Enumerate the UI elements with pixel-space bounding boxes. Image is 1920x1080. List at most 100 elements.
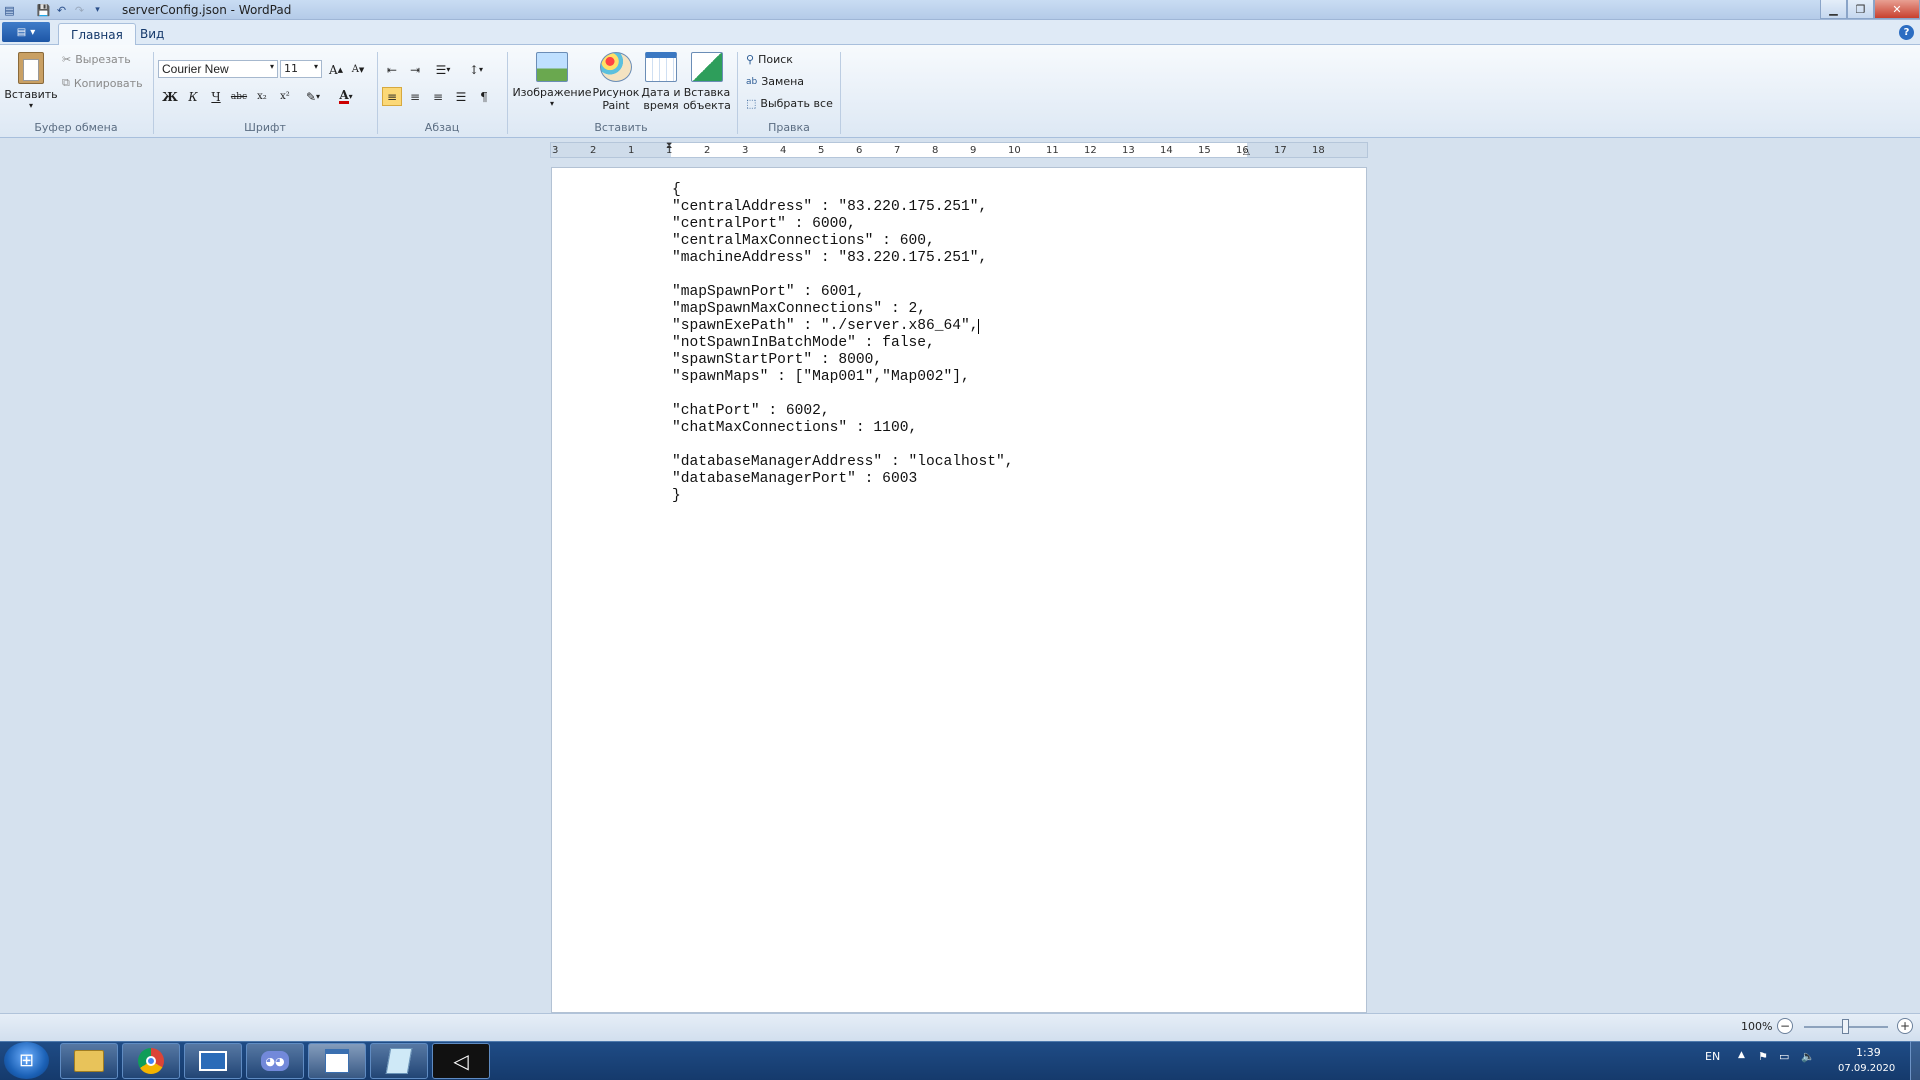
paint-palette-icon [600, 52, 632, 82]
taskbar-wordpad[interactable] [308, 1043, 366, 1079]
document-page[interactable]: {"centralAddress" : "83.220.175.251", "ce… [551, 167, 1367, 1013]
group-divider [840, 52, 841, 134]
group-label-font: Шрифт [244, 121, 286, 134]
undo-icon[interactable]: ↶ [54, 3, 69, 18]
document-line: "spawnExePath" : "./server.x86_64", [672, 318, 979, 334]
ruler-tick-label: 1 [628, 145, 635, 156]
strikethrough-button[interactable]: abc [229, 87, 249, 106]
notepad-icon [385, 1048, 413, 1074]
taskbar-chrome[interactable] [122, 1043, 180, 1079]
status-bar [0, 1013, 1920, 1041]
chevron-down-icon: ▾ [479, 65, 484, 74]
copy-button[interactable]: ⧉ Копировать [62, 76, 143, 90]
ruler-tick-label: 11 [1046, 145, 1059, 156]
clock-date[interactable]: 07.09.2020 [1838, 1063, 1895, 1074]
italic-button[interactable]: К [183, 87, 203, 106]
window-title: serverConfig.json - WordPad [122, 3, 292, 17]
indent-marker[interactable]: ⧗ [666, 141, 672, 151]
object-icon [691, 52, 723, 82]
menu-icon: ▤ [16, 26, 27, 38]
document-text[interactable]: {"centralAddress" : "83.220.175.251", "ce… [672, 182, 1014, 505]
highlight-color-button[interactable]: ✎ ▾ [298, 87, 328, 106]
increase-indent-button[interactable]: ⇥ [405, 60, 425, 79]
document-line: "machineAddress" : "83.220.175.251", [672, 250, 988, 266]
find-label: Поиск [758, 53, 793, 66]
insert-picture-button[interactable]: Изображение ▾ [512, 52, 592, 108]
zoom-slider-thumb[interactable] [1842, 1019, 1849, 1034]
zoom-in-button[interactable]: + [1897, 1018, 1913, 1034]
picture-icon [536, 52, 568, 82]
redo-icon[interactable]: ↷ [72, 3, 87, 18]
text-color-button[interactable]: A ▾ [331, 87, 361, 106]
zoom-level[interactable]: 100% [1741, 1020, 1772, 1033]
underline-button[interactable]: Ч [206, 87, 226, 106]
font-family-select[interactable]: Courier New ▾ [158, 60, 278, 78]
help-icon[interactable]: ? [1899, 25, 1914, 40]
ruler-tick-label: 15 [1198, 145, 1211, 156]
tab-home[interactable]: Главная [58, 23, 136, 45]
document-line: "centralAddress" : "83.220.175.251", [672, 199, 988, 215]
show-hidden-icons-button[interactable]: ▲ [1738, 1050, 1745, 1060]
cut-button[interactable]: ✂ Вырезать [62, 53, 131, 66]
insert-object-button[interactable]: Вставка объекта [683, 52, 731, 112]
select-all-button[interactable]: ⬚ Выбрать все [746, 97, 833, 110]
font-size-select[interactable]: 11 ▾ [280, 60, 322, 78]
align-center-button[interactable]: ≡ [405, 87, 425, 106]
ruler-tick-label: 2 [704, 145, 711, 156]
horizontal-ruler[interactable]: 3 2 1 1 2 3 4 5 6 7 8 9 10 11 12 13 14 15 16 17 18 ⧗ △ [550, 141, 1368, 158]
ruler-tick-label: 14 [1160, 145, 1173, 156]
customize-qat-icon[interactable]: ▾ [90, 3, 105, 18]
calendar-icon [645, 52, 677, 82]
align-right-button[interactable]: ≡ [428, 87, 448, 106]
insert-datetime-button[interactable]: Дата и время [638, 52, 684, 112]
action-center-flag-icon[interactable]: ⚑ [1758, 1050, 1768, 1063]
maximize-button[interactable]: ❐ [1847, 0, 1874, 19]
find-button[interactable]: ⚲ Поиск [746, 53, 793, 66]
close-button[interactable]: ✕ [1874, 0, 1920, 19]
taskbar-discord[interactable]: ◕◕ [246, 1043, 304, 1079]
ruler-right-margin [1247, 143, 1367, 157]
superscript-button[interactable]: x² [275, 87, 295, 106]
document-line: "centralPort" : 6000, [672, 216, 856, 232]
replace-button[interactable]: ab Замена [746, 75, 804, 88]
shrink-font-button[interactable]: A ▼ [348, 60, 368, 79]
show-desktop-button[interactable] [1910, 1041, 1920, 1080]
save-icon[interactable]: 💾 [36, 3, 51, 18]
paste-button[interactable]: Вставить ▾ [4, 50, 58, 112]
taskbar-remote-desktop[interactable] [184, 1043, 242, 1079]
bold-button[interactable]: Ж [160, 87, 180, 106]
zoom-out-button[interactable]: − [1777, 1018, 1793, 1034]
bullet-list-icon: ☰ [435, 62, 447, 77]
font-size-value: 11 [284, 62, 298, 75]
language-indicator[interactable]: EN [1705, 1050, 1720, 1063]
app-menu-button[interactable]: ▤ ▾ [2, 22, 50, 42]
align-left-button[interactable]: ≡ [382, 87, 402, 106]
ruler-tick-label: 12 [1084, 145, 1097, 156]
taskbar-explorer[interactable] [60, 1043, 118, 1079]
right-indent-marker[interactable]: △ [1243, 147, 1250, 157]
binoculars-icon: ⚲ [746, 53, 755, 66]
ruler-tick-label: 18 [1312, 145, 1325, 156]
ruler-tick-label: 3 [552, 145, 559, 156]
subscript-button[interactable]: x₂ [252, 87, 272, 106]
chevron-down-icon: ▾ [316, 92, 321, 101]
start-button[interactable]: ⊞ [4, 1042, 49, 1079]
minimize-button[interactable]: ▁ [1820, 0, 1847, 19]
justify-button[interactable]: ☰ [451, 87, 471, 106]
windows-logo-icon: ⊞ [18, 1050, 35, 1071]
tab-view[interactable]: Вид [128, 23, 176, 45]
replace-label: Замена [761, 75, 805, 88]
volume-icon[interactable]: 🔈 [1801, 1050, 1815, 1063]
taskbar-unity[interactable]: ◁ [432, 1043, 490, 1079]
line-spacing-button[interactable]: ↕ ▾ [461, 60, 491, 79]
wordpad-app-icon[interactable]: ▤ [2, 3, 17, 18]
insert-paint-button[interactable]: Рисунок Paint [592, 52, 640, 112]
decrease-indent-button[interactable]: ⇤ [382, 60, 402, 79]
taskbar-notepad[interactable] [370, 1043, 428, 1079]
clock-time[interactable]: 1:39 [1856, 1046, 1881, 1059]
network-icon[interactable]: ▭ [1779, 1050, 1789, 1063]
bullets-button[interactable]: ☰ ▾ [428, 60, 458, 79]
grow-font-button[interactable]: A ▲ [326, 60, 346, 79]
paragraph-settings-button[interactable]: ¶ [474, 87, 494, 106]
scissors-icon: ✂ [62, 53, 72, 66]
